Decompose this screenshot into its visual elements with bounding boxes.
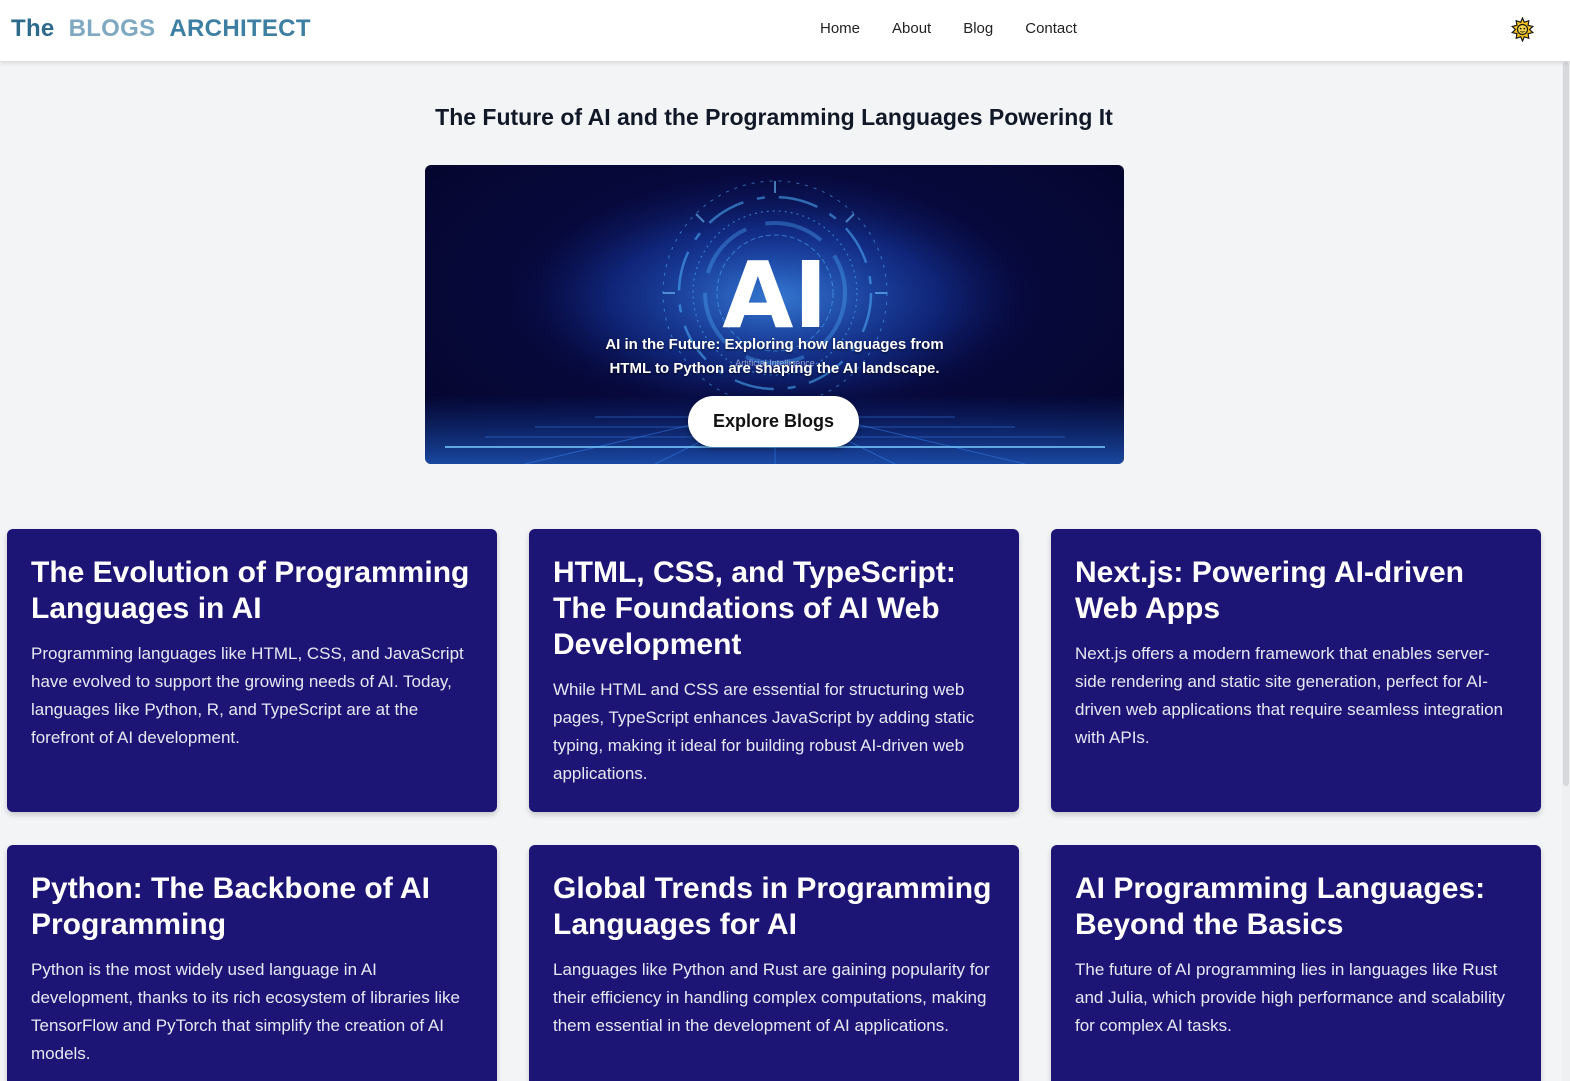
blog-card-body: While HTML and CSS are essential for str… <box>553 680 975 783</box>
scrollbar-thumb[interactable] <box>1563 62 1569 786</box>
blog-card-nextjs[interactable]: Next.js: Powering AI-driven Web Apps Nex… <box>1051 529 1541 812</box>
nav-link-contact[interactable]: Contact <box>1025 20 1077 37</box>
blog-card-title: AI Programming Languages: Beyond the Bas… <box>1075 872 1486 941</box>
navbar: The BLOGS ARCHITECT Home About Blog Contac… <box>0 0 1570 61</box>
brand-the: The <box>11 15 55 42</box>
blog-card-title: HTML, CSS, and TypeScript: The Foundatio… <box>553 556 956 661</box>
nav-link-blog[interactable]: Blog <box>963 20 993 37</box>
brand-architect: ARCHITECT <box>169 15 311 42</box>
main-nav: Home About Blog Contact <box>820 20 1109 37</box>
blog-card-title: Next.js: Powering AI-driven Web Apps <box>1075 556 1464 625</box>
hero-tagline-line-1: AI in the Future: Exploring how language… <box>605 336 944 353</box>
hero-banner: AI Artificial Intelligence AI in the Fut… <box>425 165 1124 464</box>
blog-card-body: Python is the most widely used language … <box>31 960 460 1063</box>
hero-title: The Future of AI and the Programming Lan… <box>435 104 1113 130</box>
theme-toggle-button[interactable] <box>1510 16 1535 43</box>
sun-icon <box>1510 16 1535 43</box>
blog-card-title: Python: The Backbone of AI Programming <box>31 872 430 941</box>
blog-card-body: The future of AI programming lies in lan… <box>1075 960 1505 1035</box>
blog-card-python[interactable]: Python: The Backbone of AI Programming P… <box>7 845 497 1081</box>
hero-tagline-line-2: HTML to Python are shaping the AI landsc… <box>609 360 940 377</box>
blog-card-evolution[interactable]: The Evolution of Programming Languages i… <box>7 529 497 812</box>
page-scrollbar[interactable] <box>1562 0 1570 1081</box>
nav-link-home[interactable]: Home <box>820 20 860 37</box>
blog-card-beyond-basics[interactable]: AI Programming Languages: Beyond the Bas… <box>1051 845 1541 1081</box>
blog-card-html-css-ts[interactable]: HTML, CSS, and TypeScript: The Foundatio… <box>529 529 1019 812</box>
blog-card-body: Programming languages like HTML, CSS, an… <box>31 644 464 747</box>
brand-blogs: BLOGS <box>68 15 156 42</box>
nav-link-about[interactable]: About <box>892 20 931 37</box>
hero-tagline: AI in the Future: Exploring how language… <box>425 333 1124 381</box>
explore-blogs-button[interactable]: Explore Blogs <box>688 396 859 447</box>
blog-card-title: The Evolution of Programming Languages i… <box>31 556 470 625</box>
blog-card-title: Global Trends in Programming Languages f… <box>553 872 992 941</box>
blog-card-body: Next.js offers a modern framework that e… <box>1075 644 1504 747</box>
blog-card-body: Languages like Python and Rust are gaini… <box>553 960 990 1035</box>
site-logo[interactable]: The BLOGS ARCHITECT <box>11 15 325 43</box>
blog-card-global-trends[interactable]: Global Trends in Programming Languages f… <box>529 845 1019 1081</box>
